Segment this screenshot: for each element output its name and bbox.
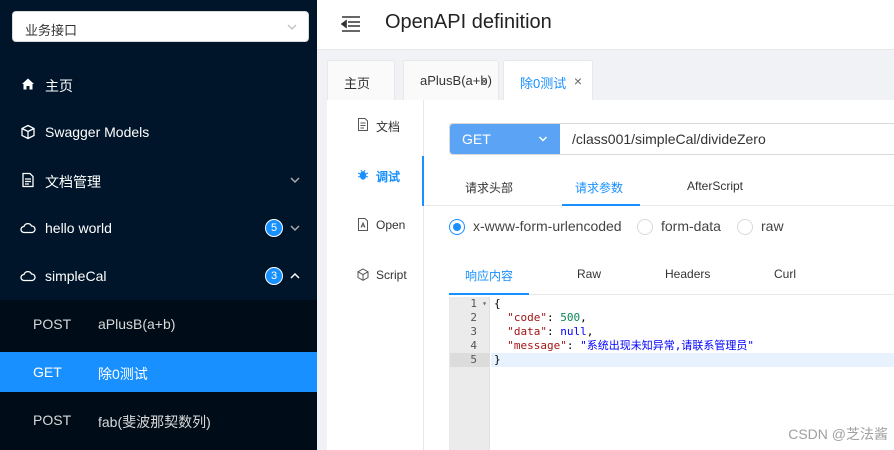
line-number: 2 bbox=[470, 311, 477, 324]
chevron-down-icon bbox=[539, 136, 547, 142]
vnav-script[interactable]: Script bbox=[327, 256, 424, 306]
request-bar: GET /class001/simpleCal/divideZero bbox=[449, 123, 894, 155]
tab-response-raw[interactable]: Raw bbox=[577, 267, 601, 281]
code-line: "code": 500, bbox=[507, 311, 587, 324]
vnav-label: 文档 bbox=[376, 120, 401, 134]
tab-ink-bar bbox=[449, 293, 529, 295]
api-name: aPlusB(a+b) bbox=[98, 316, 176, 332]
home-icon bbox=[22, 78, 34, 90]
vnav-doc[interactable]: 文档 bbox=[327, 106, 424, 156]
vnav-debug[interactable]: 调试 bbox=[327, 156, 424, 206]
radio-dot bbox=[737, 219, 753, 235]
api-method: GET bbox=[33, 364, 62, 380]
sidebar-item-home[interactable]: 主页 bbox=[0, 60, 317, 108]
code-line: "message": "系统出现未知异常,请联系管理员" bbox=[507, 339, 754, 352]
line-number: 1 ▾ bbox=[470, 297, 487, 310]
simplecal-submenu: POST aPlusB(a+b) GET 除0测试 POST fab(斐波那契数… bbox=[0, 300, 317, 450]
cloud-icon bbox=[20, 222, 36, 234]
group-select[interactable]: 业务接口 bbox=[12, 11, 309, 42]
api-name: fab(斐波那契数列) bbox=[98, 414, 211, 430]
tab-divide-zero[interactable]: 除0测试 × bbox=[503, 60, 593, 100]
count-badge: 5 bbox=[265, 219, 283, 237]
line-number: 4 bbox=[470, 339, 477, 352]
sidebar-item-label: simpleCal bbox=[45, 268, 107, 284]
content-panel: 文档 调试 Open Script GET /class001/simpleCa… bbox=[327, 100, 894, 450]
tab-bar: 主页 aPlusB(a+b) × 除0测试 × bbox=[317, 50, 894, 100]
sidebar-item-swagger-models[interactable]: Swagger Models bbox=[0, 108, 317, 156]
editor-gutter: 1 ▾ 2 3 4 5 bbox=[450, 297, 490, 450]
sidebar: 业务接口 主页 Swagger Models 文档管理 hello world … bbox=[0, 0, 317, 450]
method-select[interactable]: GET bbox=[450, 124, 560, 154]
response-tabs: 响应内容 Raw Headers Curl bbox=[449, 255, 894, 295]
sidebar-item-label: 主页 bbox=[45, 78, 73, 94]
tab-request-params[interactable]: 请求参数 bbox=[575, 179, 623, 196]
api-method: POST bbox=[33, 412, 72, 428]
api-name: 除0测试 bbox=[98, 366, 148, 382]
tab-ink-bar bbox=[562, 204, 640, 206]
group-select-value: 业务接口 bbox=[25, 23, 78, 38]
tab-label: 主页 bbox=[344, 76, 371, 91]
tab-response-curl[interactable]: Curl bbox=[774, 267, 796, 281]
cube-icon bbox=[21, 124, 35, 140]
line-number: 5 bbox=[450, 353, 490, 367]
tab-request-headers[interactable]: 请求头部 bbox=[465, 179, 513, 196]
tab-aplusb[interactable]: aPlusB(a+b) × bbox=[403, 60, 499, 100]
sidebar-item-simplecal[interactable]: simpleCal 3 bbox=[0, 252, 317, 300]
fold-arrow-icon: ▾ bbox=[482, 299, 487, 308]
watermark: CSDN @芝法酱 bbox=[788, 426, 888, 442]
menu-fold-icon[interactable] bbox=[341, 15, 361, 33]
api-method: POST bbox=[33, 316, 72, 332]
code-line: "data": null, bbox=[507, 325, 594, 338]
code-line: { bbox=[494, 297, 501, 310]
tab-home[interactable]: 主页 bbox=[327, 60, 395, 100]
sidebar-item-doc-manage[interactable]: 文档管理 bbox=[0, 156, 317, 204]
vnav-label: Script bbox=[376, 268, 407, 282]
tab-afterscript[interactable]: AfterScript bbox=[687, 179, 743, 193]
request-subtabs: 请求头部 请求参数 AfterScript bbox=[425, 168, 894, 206]
chevron-up-icon bbox=[290, 272, 300, 279]
line-number: 3 bbox=[470, 325, 477, 338]
radio-label: raw bbox=[761, 218, 784, 234]
vnav-open[interactable]: Open bbox=[327, 206, 424, 256]
active-line-highlight bbox=[491, 353, 894, 367]
page-title: OpenAPI definition bbox=[385, 11, 552, 33]
document-icon bbox=[22, 172, 34, 188]
tab-response-content[interactable]: 响应内容 bbox=[465, 267, 513, 284]
vnav-label: 调试 bbox=[376, 170, 401, 184]
content-type-radios: x-www-form-urlencoded form-data raw bbox=[449, 216, 894, 238]
radio-dot bbox=[637, 219, 653, 235]
tab-label: 除0测试 bbox=[520, 76, 567, 91]
method-value: GET bbox=[462, 131, 491, 147]
script-icon bbox=[357, 268, 369, 281]
url-input[interactable]: /class001/simpleCal/divideZero bbox=[572, 131, 766, 147]
close-icon[interactable]: × bbox=[574, 73, 582, 89]
chevron-down-icon bbox=[287, 24, 297, 30]
file-icon bbox=[358, 118, 368, 131]
sidebar-item-label: Swagger Models bbox=[45, 124, 150, 140]
vertical-nav: 文档 调试 Open Script bbox=[327, 100, 424, 450]
chevron-down-icon bbox=[290, 177, 300, 184]
count-badge: 3 bbox=[265, 267, 283, 285]
radio-dot-selected bbox=[449, 219, 465, 235]
header: OpenAPI definition bbox=[317, 0, 894, 50]
close-icon[interactable]: × bbox=[480, 73, 488, 89]
sidebar-item-label: 文档管理 bbox=[45, 174, 101, 190]
radio-label: x-www-form-urlencoded bbox=[473, 218, 622, 234]
sidebar-item-hello-world[interactable]: hello world 5 bbox=[0, 204, 317, 252]
cloud-icon bbox=[20, 270, 36, 282]
api-item-aplusb[interactable]: POST aPlusB(a+b) bbox=[0, 304, 317, 344]
code-line: } bbox=[494, 353, 501, 366]
vnav-label: Open bbox=[376, 218, 406, 232]
bug-icon bbox=[357, 169, 369, 180]
tab-response-headers[interactable]: Headers bbox=[665, 267, 710, 281]
api-item-fab[interactable]: POST fab(斐波那契数列) bbox=[0, 400, 317, 440]
openapi-icon bbox=[358, 218, 368, 231]
chevron-down-icon bbox=[290, 225, 300, 232]
sidebar-item-label: hello world bbox=[45, 220, 112, 236]
radio-label: form-data bbox=[661, 218, 721, 234]
api-item-divide-zero[interactable]: GET 除0测试 bbox=[0, 352, 317, 392]
